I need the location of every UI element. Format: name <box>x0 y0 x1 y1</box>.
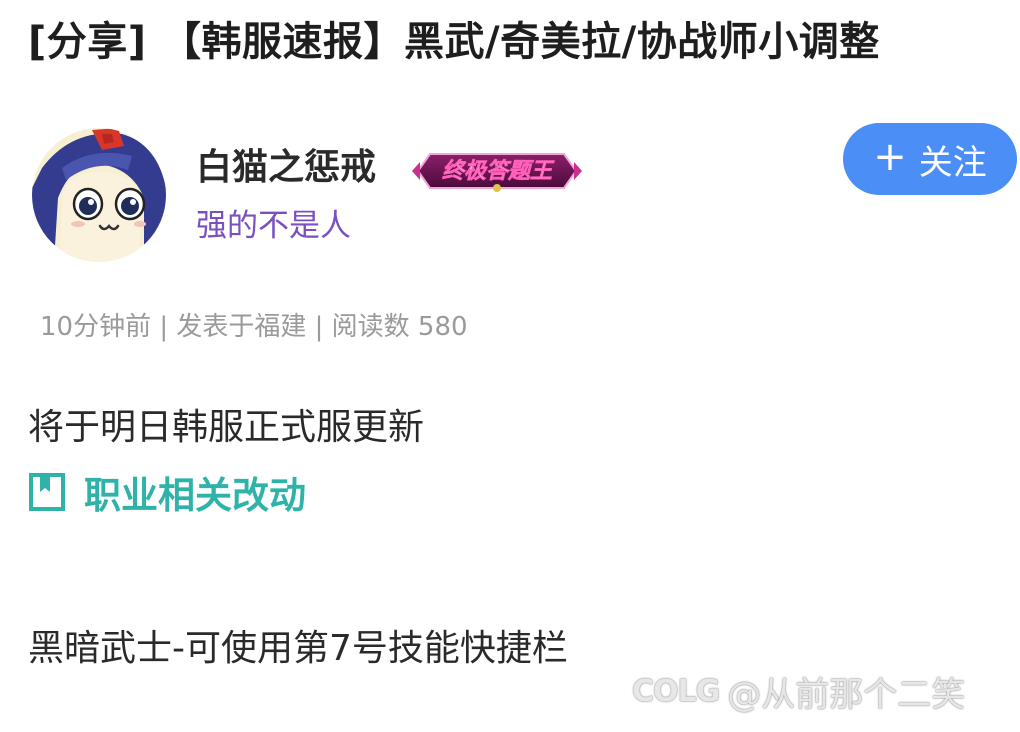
watermark: COLG @从前那个二笑 <box>632 668 966 715</box>
post-title: [分享] 【韩服速报】黑武/奇美拉/协战师小调整 <box>28 19 880 65</box>
colg-logo: COLG <box>632 673 720 709</box>
author-avatar[interactable] <box>32 128 166 262</box>
follow-button[interactable]: + 关注 <box>843 123 1017 195</box>
badge-frame-icon: 终极答题王 <box>412 153 582 192</box>
author-signature: 强的不是人 <box>196 208 351 244</box>
section-label: 职业相关改动 <box>84 474 306 517</box>
section-heading-link[interactable]: 职业相关改动 <box>28 464 306 520</box>
content-paragraph: 黑暗武士-可使用第7号技能快捷栏 <box>28 628 568 669</box>
watermark-handle: @从前那个二笑 <box>727 674 966 715</box>
plus-icon: + <box>873 134 907 180</box>
content-paragraph: 将于明日韩服正式服更新 <box>28 407 425 448</box>
follow-label: 关注 <box>918 142 987 183</box>
honor-badge: 终极答题王 <box>412 150 582 192</box>
anime-girl-avatar-icon <box>32 128 166 262</box>
post-meta: 10分钟前 | 发表于福建 | 阅读数 580 <box>40 312 468 342</box>
badge-label: 终极答题王 <box>442 158 555 184</box>
bookmark-icon <box>29 473 65 511</box>
author-name[interactable]: 白猫之惩戒 <box>196 144 376 192</box>
